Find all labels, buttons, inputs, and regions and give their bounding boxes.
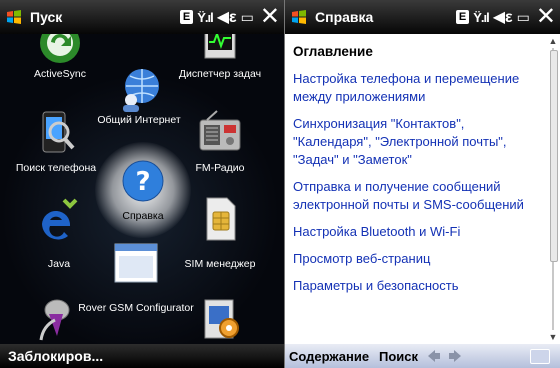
search-phone-icon bbox=[42, 111, 75, 153]
help-link[interactable]: Синхронизация "Контактов", "Календаря", … bbox=[293, 115, 543, 169]
volume-icon[interactable]: ◀ε bbox=[217, 7, 237, 27]
help-link[interactable]: Настройка телефона и перемещение между п… bbox=[293, 70, 543, 106]
lock-softkey[interactable]: Заблокиров... bbox=[8, 348, 103, 364]
contents-heading: Оглавление bbox=[293, 44, 373, 59]
title-bar: Справка E Ÿ.ıl ◀ε ▭ ✕ bbox=[285, 0, 560, 34]
windows-logo-icon[interactable] bbox=[291, 9, 307, 25]
app-grid: ActiveSync Диспетчер задач Общий Интерне… bbox=[0, 34, 284, 344]
app-microphone[interactable] bbox=[0, 296, 116, 344]
window-title: Пуск bbox=[30, 9, 63, 25]
help-link[interactable]: Настройка Bluetooth и Wi-Fi bbox=[293, 223, 543, 241]
java-icon bbox=[42, 198, 78, 240]
battery-icon[interactable]: ▭ bbox=[517, 9, 530, 26]
softkey-bar: Содержание Поиск bbox=[285, 344, 560, 368]
close-icon[interactable]: ✕ bbox=[260, 5, 280, 29]
window-title: Справка bbox=[315, 9, 374, 25]
battery-icon[interactable]: ▭ bbox=[241, 9, 254, 26]
signal-icon[interactable]: Ÿ.ıl bbox=[197, 10, 213, 25]
internet-sharing-icon bbox=[123, 69, 159, 112]
back-arrow-icon[interactable] bbox=[427, 349, 441, 363]
app-settings[interactable] bbox=[160, 296, 280, 344]
keyboard-icon[interactable] bbox=[530, 349, 550, 364]
fm-radio-icon bbox=[199, 110, 241, 151]
rover-gsm-icon bbox=[114, 243, 158, 283]
start-screen: Пуск E Ÿ.ıl ◀ε ▭ ✕ ActiveSync Диспетчер … bbox=[0, 0, 284, 368]
svg-text:?: ? bbox=[135, 167, 150, 197]
scroll-up-icon[interactable]: ▲ bbox=[548, 36, 558, 46]
network-type-badge[interactable]: E bbox=[455, 10, 470, 24]
scroll-down-icon[interactable]: ▼ bbox=[548, 332, 558, 342]
scroll-thumb[interactable] bbox=[550, 50, 558, 262]
help-link[interactable]: Просмотр веб-страниц bbox=[293, 250, 543, 268]
title-bar: Пуск E Ÿ.ıl ◀ε ▭ ✕ bbox=[0, 0, 284, 34]
softkey-bar: Заблокиров... bbox=[0, 344, 284, 368]
microphone-icon bbox=[39, 299, 70, 341]
vertical-scrollbar[interactable]: ▲ ▼ bbox=[548, 36, 558, 342]
help-screen: Справка E Ÿ.ıl ◀ε ▭ ✕ Оглавление Настрой… bbox=[285, 0, 560, 368]
help-link[interactable]: Параметры и безопасность bbox=[293, 277, 543, 295]
sim-manager-icon bbox=[206, 197, 236, 241]
windows-logo-icon[interactable] bbox=[6, 9, 22, 25]
search-softkey[interactable]: Поиск bbox=[379, 349, 418, 364]
settings-icon bbox=[204, 299, 239, 339]
help-link[interactable]: Отправка и получение сообщений электронн… bbox=[293, 178, 543, 214]
signal-icon[interactable]: Ÿ.ıl bbox=[473, 10, 489, 25]
task-manager-icon bbox=[204, 34, 236, 59]
network-type-badge[interactable]: E bbox=[179, 10, 194, 24]
status-icons: E Ÿ.ıl ◀ε ▭ ✕ bbox=[455, 5, 556, 29]
help-topic-list: Настройка телефона и перемещение между п… bbox=[293, 70, 543, 304]
activesync-icon bbox=[40, 34, 80, 63]
help-contents: Оглавление Настройка телефона и перемеще… bbox=[285, 34, 547, 344]
contents-softkey[interactable]: Содержание bbox=[289, 349, 369, 364]
close-icon[interactable]: ✕ bbox=[536, 5, 556, 29]
forward-arrow-icon[interactable] bbox=[448, 349, 462, 363]
volume-icon[interactable]: ◀ε bbox=[493, 7, 513, 27]
status-icons: E Ÿ.ıl ◀ε ▭ ✕ bbox=[179, 5, 280, 29]
